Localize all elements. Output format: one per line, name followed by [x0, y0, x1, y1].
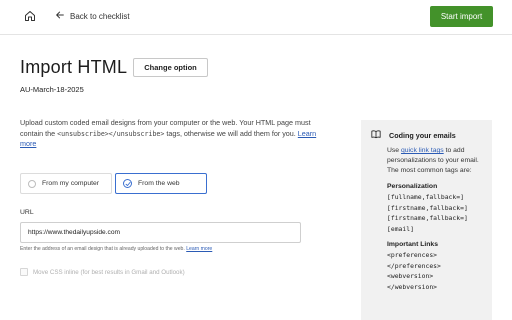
- link-tag: </webversion>: [387, 282, 438, 291]
- move-css-checkbox[interactable]: [20, 268, 28, 276]
- page-title: Import HTML: [20, 57, 128, 77]
- important-links-heading: Important Links: [387, 241, 438, 248]
- panel-body: Use quick link tags to add personalizati…: [387, 146, 487, 292]
- back-link-label: Back to checklist: [70, 11, 130, 21]
- move-css-label: Move CSS inline (for best results in Gma…: [33, 268, 185, 276]
- check-circle-icon: [123, 179, 132, 188]
- home-icon: [24, 9, 36, 27]
- radio-unselected-icon: [28, 179, 36, 188]
- move-css-option[interactable]: Move CSS inline (for best results in Gma…: [20, 268, 185, 276]
- import-description: Upload custom coded email designs from y…: [20, 118, 325, 150]
- option-from-computer[interactable]: From my computer: [20, 173, 112, 194]
- quick-link-tags-link[interactable]: quick link tags: [401, 147, 444, 154]
- personalization-tag: [email]: [387, 224, 414, 233]
- personalization-tag: [fullname,fallback=]: [387, 193, 464, 201]
- link-tag: <webversion>: [387, 272, 434, 280]
- url-hint: Enter the address of an email design tha…: [20, 246, 212, 252]
- link-tag: <preferences>: [387, 251, 438, 259]
- description-text-2: tags, otherwise we will add them for you…: [164, 128, 298, 138]
- personalization-heading: Personalization: [387, 183, 438, 190]
- arrow-left-icon: [55, 10, 65, 22]
- url-hint-learn-more-link[interactable]: Learn more: [186, 246, 212, 252]
- campaign-name: AU-March-18-2025: [20, 85, 84, 94]
- panel-intro: Use quick link tags to add personalizati…: [387, 146, 487, 166]
- home-button[interactable]: [20, 8, 39, 27]
- option-from-web[interactable]: From the web: [115, 173, 207, 194]
- option-from-web-label: From the web: [138, 180, 180, 187]
- source-option-group: From my computer From the web: [20, 173, 207, 194]
- personalization-tag: [firstname,fallback=]: [387, 214, 468, 222]
- start-import-button[interactable]: Start import: [430, 6, 493, 27]
- back-to-checklist-link[interactable]: Back to checklist: [55, 10, 130, 22]
- panel-intro-prefix: Use: [387, 147, 401, 154]
- link-tag: </preferences>: [387, 261, 441, 270]
- panel-header: Coding your emails: [371, 129, 456, 141]
- coding-help-panel: Coding your emails Use quick link tags t…: [361, 120, 492, 320]
- book-icon: [371, 129, 381, 141]
- common-tags-text: The most common tags are:: [387, 167, 472, 174]
- panel-title: Coding your emails: [389, 130, 456, 140]
- url-input[interactable]: [20, 222, 301, 243]
- top-bar: Back to checklist Start import: [0, 0, 512, 35]
- url-label: URL: [20, 209, 34, 216]
- personalization-tag: [firstname,fallback=]: [387, 203, 468, 212]
- unsubscribe-tag-code: <unsubscribe></unsubscribe>: [57, 129, 165, 138]
- change-option-button[interactable]: Change option: [133, 58, 208, 77]
- url-hint-text: Enter the address of an email design tha…: [20, 246, 187, 252]
- option-from-computer-label: From my computer: [42, 180, 100, 187]
